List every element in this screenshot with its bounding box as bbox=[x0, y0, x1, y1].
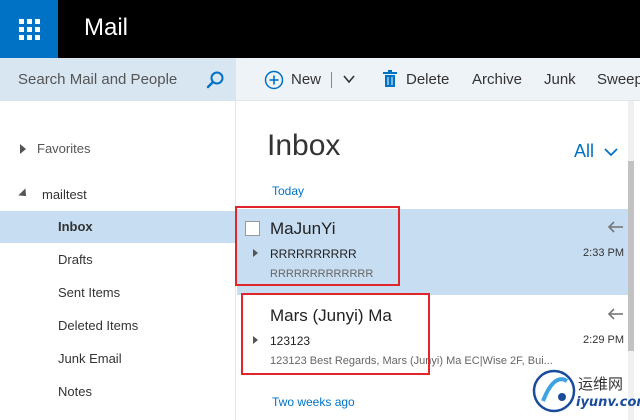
folder-sent-items[interactable]: Sent Items bbox=[0, 277, 236, 309]
watermark-url: iyunv.com bbox=[576, 395, 640, 410]
folder-pane: Favorites mailtest Inbox Drafts Sent Ite… bbox=[0, 101, 236, 420]
new-button[interactable]: New bbox=[291, 71, 321, 88]
account-label: mailtest bbox=[42, 187, 87, 202]
separator bbox=[331, 72, 332, 88]
top-bar: Mail bbox=[0, 0, 640, 58]
plus-icon[interactable] bbox=[264, 70, 284, 90]
search-box[interactable]: Search Mail and People bbox=[0, 58, 236, 101]
message-time: 2:33 PM bbox=[583, 247, 624, 259]
app-launcher-button[interactable] bbox=[0, 0, 58, 58]
reply-icon bbox=[608, 308, 623, 320]
chevron-down-icon[interactable] bbox=[343, 74, 355, 84]
folder-junk-email[interactable]: Junk Email bbox=[0, 343, 236, 375]
app-title: Mail bbox=[84, 14, 129, 41]
favorites-label: Favorites bbox=[37, 141, 91, 156]
folder-label: Junk Email bbox=[58, 351, 122, 366]
trash-icon[interactable] bbox=[382, 70, 398, 88]
junk-button[interactable]: Junk bbox=[544, 71, 576, 88]
folder-label: Notes bbox=[58, 384, 92, 399]
folder-label: Drafts bbox=[58, 252, 93, 267]
mail-app: Mail Search Mail and People New Delete A… bbox=[0, 0, 640, 420]
watermark: 运维网 iyunv.com bbox=[531, 365, 640, 417]
highlight-box bbox=[241, 293, 430, 375]
waffle-icon bbox=[18, 18, 40, 40]
folder-label: Deleted Items bbox=[58, 318, 139, 333]
group-header-two-weeks-ago: Two weeks ago bbox=[272, 395, 355, 409]
scrollbar-thumb[interactable] bbox=[628, 161, 634, 351]
page-title: Inbox bbox=[267, 129, 341, 162]
message-time: 2:29 PM bbox=[583, 334, 624, 346]
archive-button[interactable]: Archive bbox=[472, 71, 522, 88]
folder-inbox[interactable]: Inbox bbox=[0, 211, 236, 243]
highlight-box bbox=[235, 206, 400, 286]
watermark-logo-icon bbox=[532, 369, 576, 413]
expand-arrow-icon bbox=[20, 144, 26, 154]
filter-dropdown[interactable]: All bbox=[574, 141, 594, 162]
watermark-text: 运维网 bbox=[578, 375, 624, 393]
account-toggle[interactable]: mailtest bbox=[0, 179, 236, 211]
chevron-down-icon[interactable] bbox=[604, 147, 618, 157]
favorites-toggle[interactable]: Favorites bbox=[0, 133, 236, 165]
folder-notes[interactable]: Notes bbox=[0, 376, 236, 408]
command-bar: New Delete Archive Junk Sweep bbox=[236, 58, 640, 101]
collapse-arrow-icon bbox=[18, 188, 30, 200]
folder-label: Inbox bbox=[58, 219, 93, 234]
reply-icon bbox=[608, 221, 623, 233]
group-header-today: Today bbox=[272, 184, 305, 198]
delete-button[interactable]: Delete bbox=[406, 71, 449, 88]
sweep-button[interactable]: Sweep bbox=[597, 71, 640, 88]
search-input[interactable]: Search Mail and People bbox=[18, 71, 177, 88]
folder-deleted-items[interactable]: Deleted Items bbox=[0, 310, 236, 342]
search-icon[interactable] bbox=[205, 70, 225, 90]
folder-drafts[interactable]: Drafts bbox=[0, 244, 236, 276]
folder-label: Sent Items bbox=[58, 285, 121, 300]
